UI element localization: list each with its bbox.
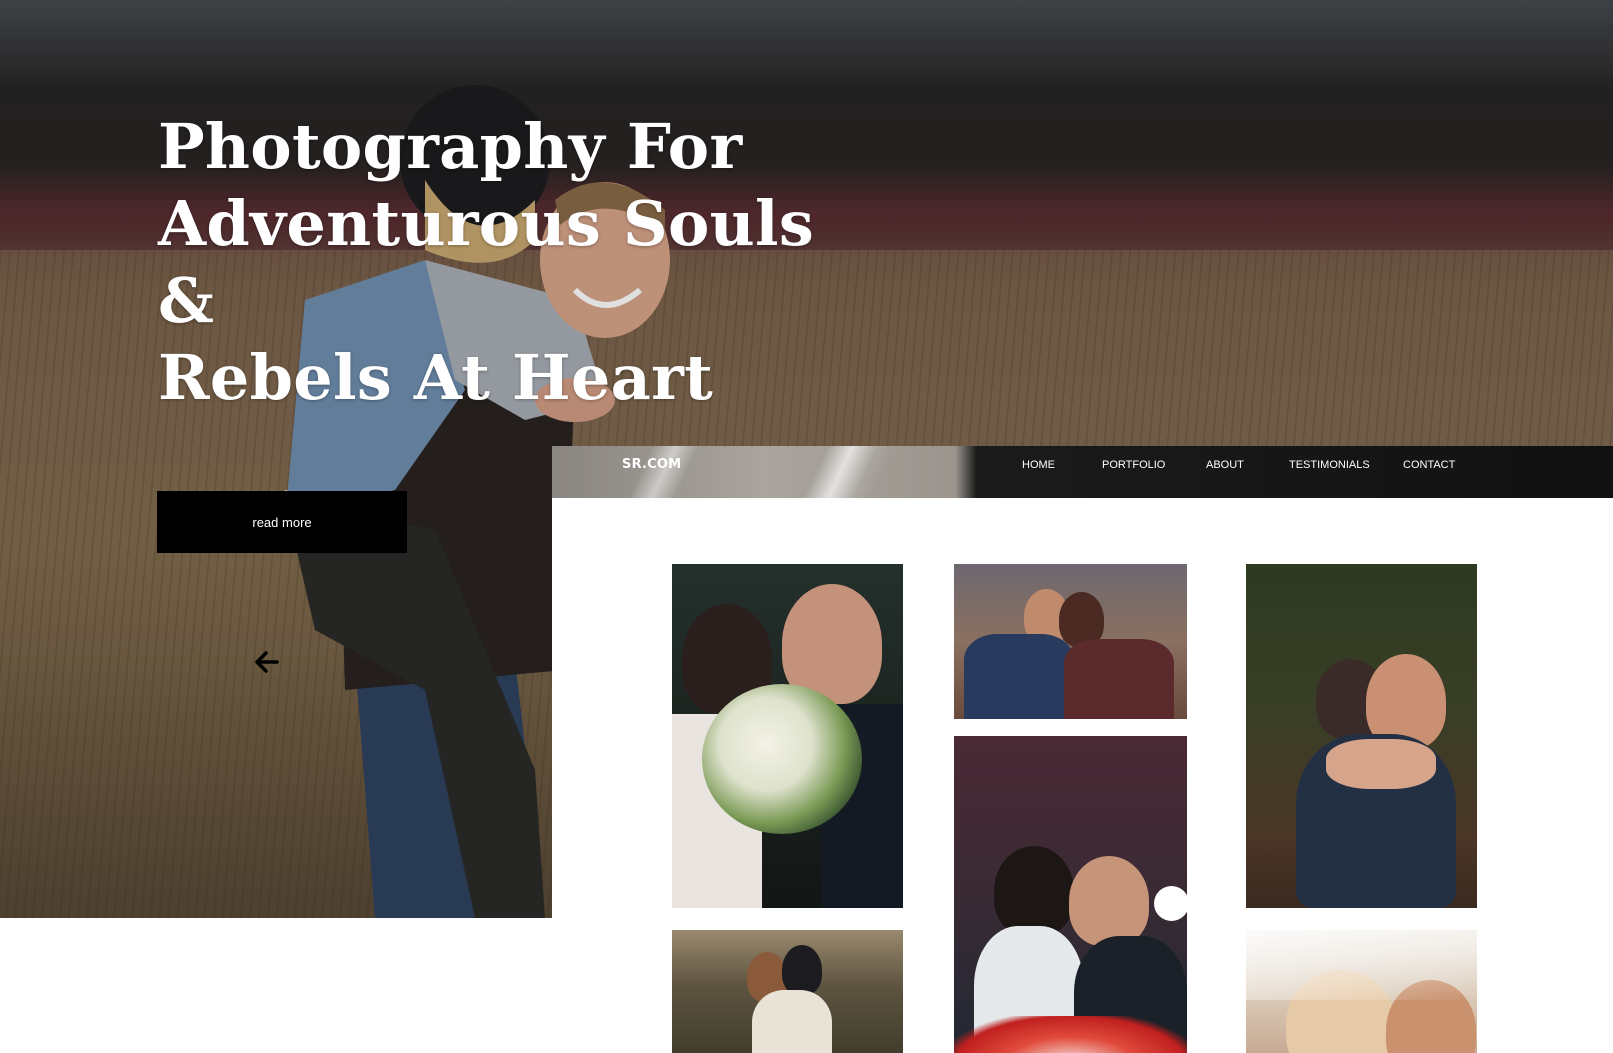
nav-about[interactable]: ABOUT	[1206, 459, 1244, 471]
nav-testimonials[interactable]: TESTIMONIALS	[1289, 459, 1370, 471]
nav-contact[interactable]: CONTACT	[1403, 459, 1455, 471]
nav-home[interactable]: HOME	[1022, 459, 1055, 471]
gallery-photo-kiss-lights[interactable]	[954, 736, 1187, 1053]
arrow-left-icon[interactable]	[251, 646, 283, 678]
header-background-decoration	[622, 446, 702, 498]
read-more-button[interactable]: read more	[157, 491, 407, 553]
header-background-decoration	[782, 446, 912, 498]
gallery-photo-cliff-couple[interactable]	[672, 930, 903, 1053]
hero-title-line-2: Adventurous Souls &	[158, 187, 815, 337]
nav-portfolio[interactable]: PORTFOLIO	[1102, 459, 1165, 471]
gallery-photo-veil-couple[interactable]	[1246, 930, 1477, 1053]
hero-title-line-1: Photography For	[158, 110, 743, 183]
hero-title-line-3: Rebels At Heart	[158, 341, 714, 414]
gallery-photo-sitting-couple[interactable]	[954, 564, 1187, 719]
gallery-photo-bouquet-kiss[interactable]	[672, 564, 903, 908]
gallery-photo-forest-hug[interactable]	[1246, 564, 1477, 908]
portfolio-site-preview: SR.COM HOME PORTFOLIO ABOUT TESTIMONIALS…	[552, 446, 1613, 1053]
site-logo[interactable]: SR.COM	[622, 457, 681, 472]
hero-title: Photography For Adventurous Souls & Rebe…	[158, 108, 858, 416]
site-header: SR.COM HOME PORTFOLIO ABOUT TESTIMONIALS…	[552, 446, 1613, 498]
